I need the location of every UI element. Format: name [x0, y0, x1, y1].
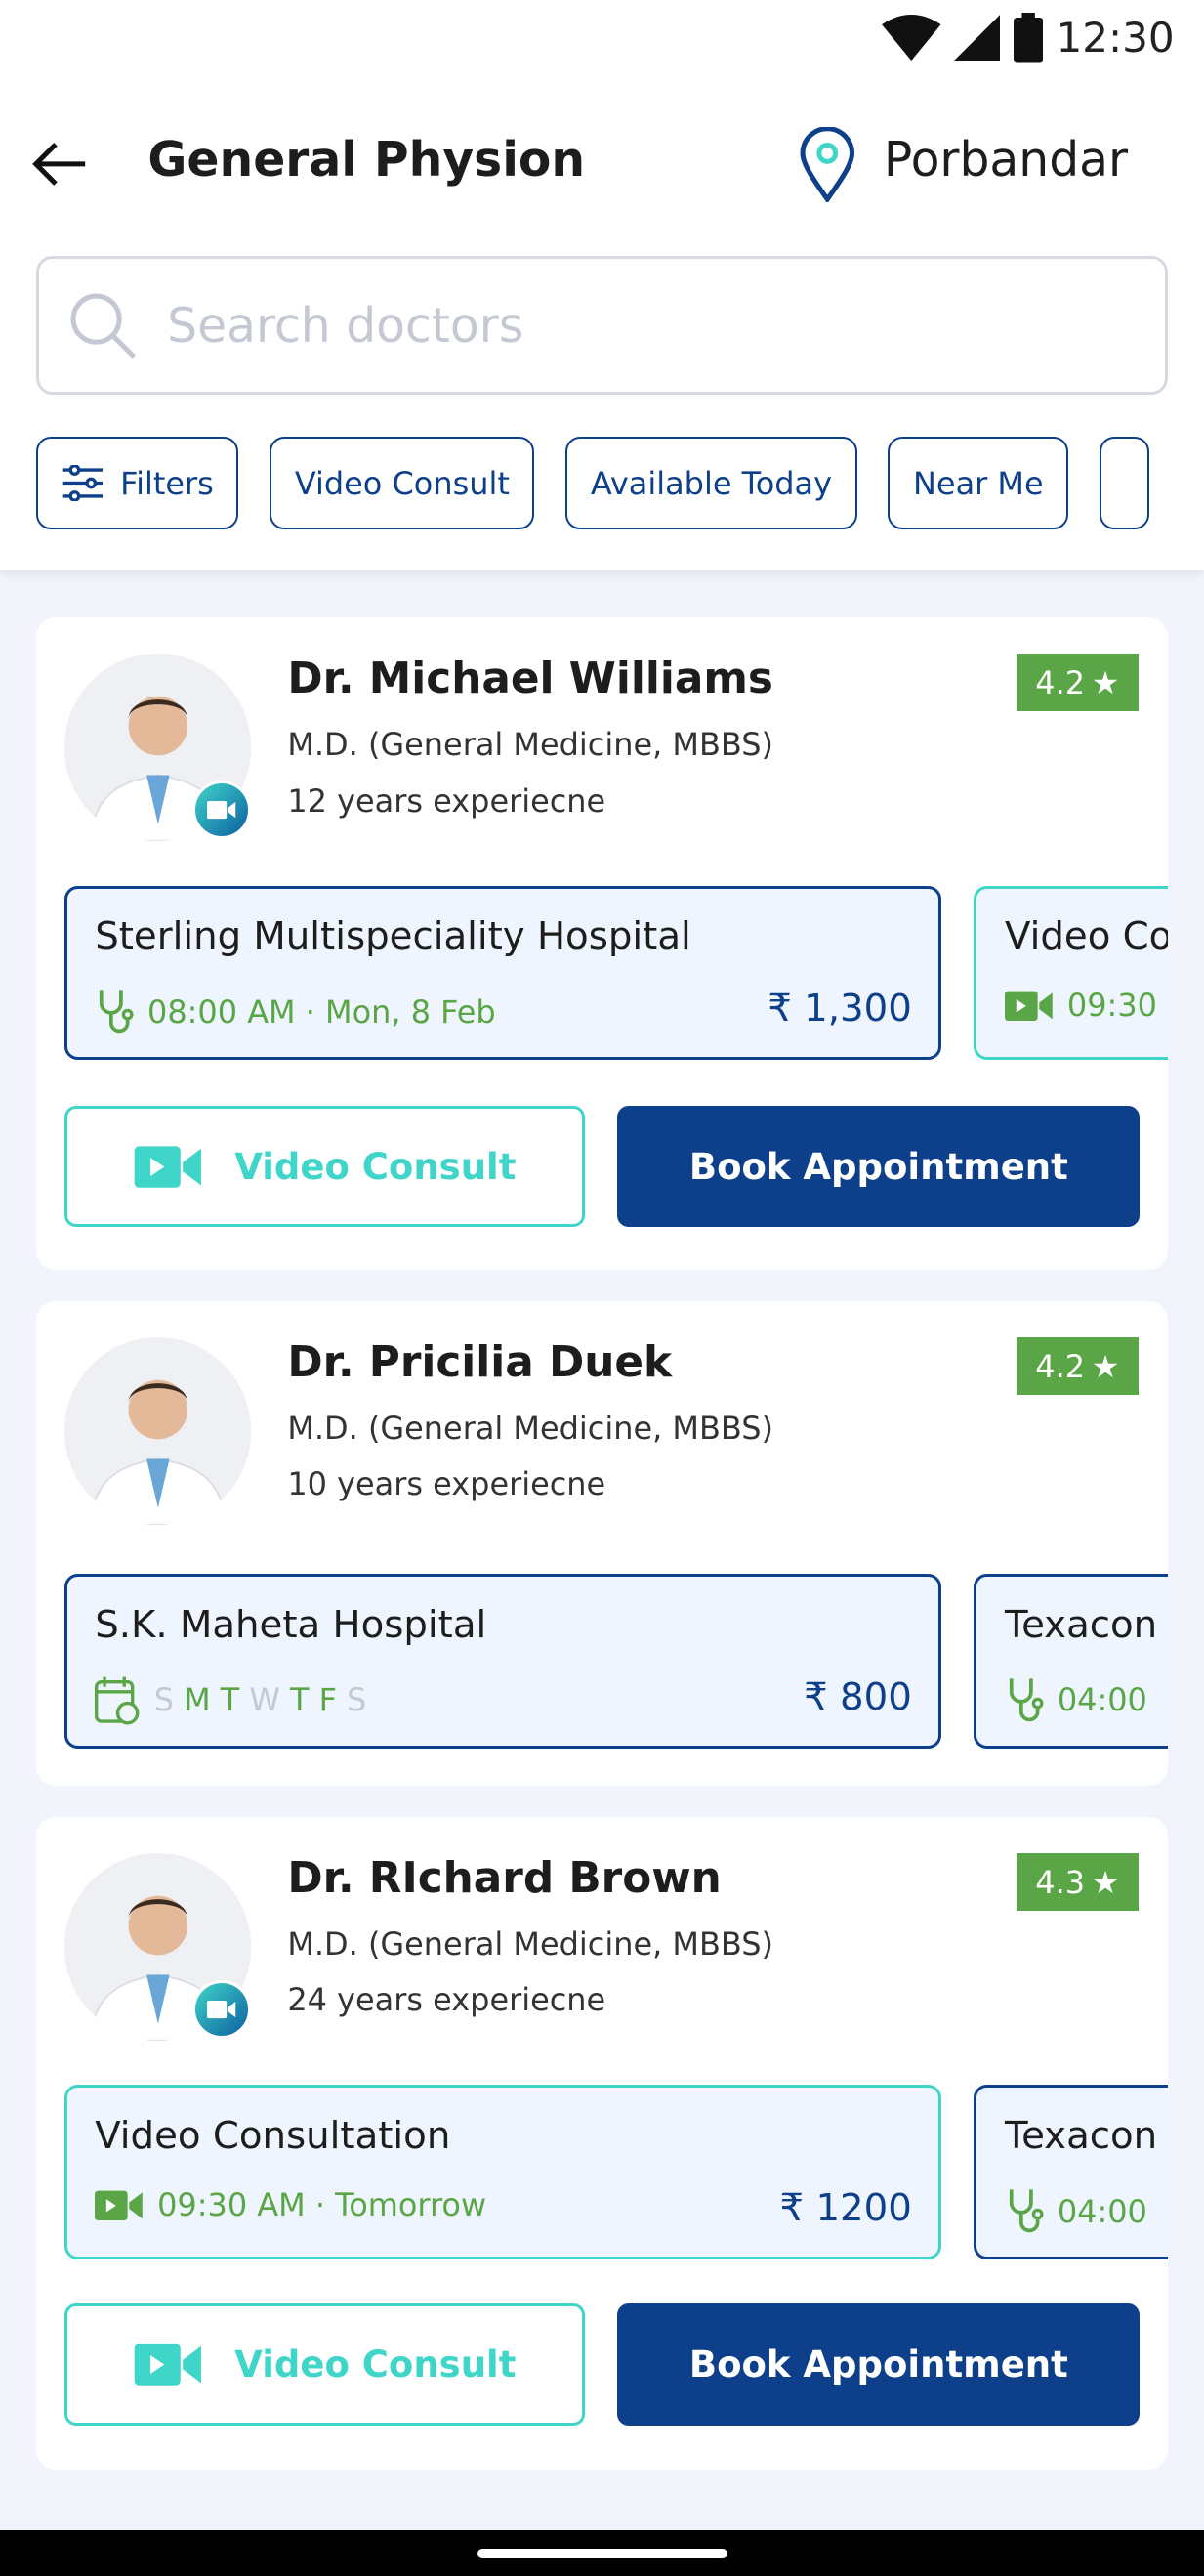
slot-name: Video Co [1005, 914, 1168, 959]
video-icon [133, 2342, 205, 2387]
slot-time: 08:00 AM · Mon, 8 Feb [147, 992, 496, 1031]
location-label[interactable]: Porbandar [884, 132, 1128, 188]
sliders-icon [62, 465, 103, 501]
book-appointment-button[interactable]: Book Appointment [617, 1105, 1141, 1228]
doctor-name[interactable]: Dr. Michael Williams [287, 654, 773, 703]
rating-badge: 4.2 ★ [1017, 1337, 1139, 1395]
battery-icon [1013, 13, 1043, 63]
chip-label: Available Today [590, 464, 832, 502]
system-nav-bar [0, 2530, 1204, 2576]
button-label: Video Consult [234, 2343, 517, 2386]
search-box[interactable] [36, 256, 1168, 395]
slot-time: 04:00 [1057, 1681, 1147, 1719]
day-sun: S [153, 1681, 175, 1719]
video-icon [133, 1144, 205, 1190]
rating-badge: 4.3 ★ [1017, 1853, 1139, 1912]
stethoscope-icon [1005, 1675, 1044, 1724]
wifi-icon [882, 15, 941, 62]
chip-label: Near Me [913, 464, 1044, 502]
slot-card[interactable]: Texacon 04:00 [974, 1574, 1168, 1749]
doctor-experience: 10 years experiecne [287, 1465, 606, 1503]
status-bar: 12:30 [882, 13, 1175, 63]
book-appointment-button[interactable]: Book Appointment [617, 2303, 1141, 2426]
slot-time: 09:30 AM · Tomorrow [157, 2186, 487, 2224]
rating-value: 4.2 [1035, 663, 1086, 701]
top-bar: 12:30 General Physion Porbandar Filters … [0, 0, 1204, 570]
doctor-experience: 24 years experiecne [287, 1981, 606, 2019]
slot-card[interactable]: Video Consultation 09:30 AM · Tomorrow ₹… [63, 2085, 941, 2259]
slot-time: 09:30 [1066, 987, 1157, 1025]
stethoscope-icon [95, 987, 134, 1035]
star-icon: ★ [1091, 1863, 1120, 1901]
avatar [63, 1337, 252, 1525]
slot-name: Sterling Multispeciality Hospital [95, 914, 691, 959]
signal-icon [954, 15, 1001, 62]
rating-value: 4.3 [1035, 1863, 1086, 1901]
doctor-experience: 12 years experiecne [287, 781, 606, 820]
slot-card[interactable]: S.K. Maheta Hospital SMTWTFS ₹ 800 [63, 1574, 941, 1749]
video-badge-icon [191, 780, 252, 840]
day-sat: S [347, 1681, 367, 1719]
star-icon: ★ [1091, 663, 1120, 701]
doctor-card[interactable]: Dr. Michael Williams M.D. (General Medic… [36, 617, 1168, 1271]
back-arrow-icon[interactable] [29, 138, 89, 190]
doctor-name[interactable]: Dr. RIchard Brown [287, 1853, 721, 1903]
chip-available-today[interactable]: Available Today [565, 437, 857, 529]
video-consult-button[interactable]: Video Consult [63, 1105, 585, 1228]
doctor-degree: M.D. (General Medicine, MBBS) [287, 1925, 773, 1964]
slot-card[interactable]: Texacon 04:00 [974, 2085, 1168, 2259]
search-icon [70, 293, 137, 359]
location-pin-icon[interactable] [798, 126, 857, 202]
slot-name: Texacon [1005, 2114, 1158, 2159]
app-screen: 12:30 General Physion Porbandar Filters … [0, 0, 1204, 2576]
slot-fee: ₹ 1,300 [768, 987, 912, 1032]
day-mon: M [184, 1681, 211, 1719]
rating-value: 4.2 [1035, 1347, 1086, 1385]
slot-card[interactable]: Sterling Multispeciality Hospital 08:00 … [63, 885, 941, 1060]
stethoscope-icon [1005, 2186, 1044, 2235]
slot-name: S.K. Maheta Hospital [95, 1603, 487, 1648]
search-input[interactable] [167, 297, 1088, 354]
video-badge-icon [191, 1979, 252, 2040]
day-tue: T [220, 1681, 240, 1719]
doctor-name[interactable]: Dr. Pricilia Duek [287, 1337, 672, 1387]
day-fri: F [318, 1681, 337, 1719]
filter-chips: Filters Video Consult Available Today Ne… [36, 437, 1150, 529]
chip-label: Filters [120, 464, 214, 502]
slot-name: Texacon [1005, 1603, 1158, 1648]
slot-fee: ₹ 800 [804, 1675, 912, 1720]
button-label: Video Consult [234, 1145, 517, 1188]
doctor-degree: M.D. (General Medicine, MBBS) [287, 1410, 773, 1448]
star-icon: ★ [1091, 1347, 1120, 1385]
availability-days: SMTWTFS [95, 1675, 376, 1725]
chip-more[interactable] [1100, 437, 1150, 529]
video-consult-button[interactable]: Video Consult [63, 2303, 585, 2426]
day-thu: T [290, 1681, 310, 1719]
slot-card[interactable]: Video Co 09:30 [974, 885, 1168, 1060]
chip-filters[interactable]: Filters [36, 437, 239, 529]
doctor-card[interactable]: Dr. Pricilia Duek M.D. (General Medicine… [36, 1301, 1168, 1787]
slot-time: 04:00 [1057, 2192, 1147, 2230]
page-title: General Physion [147, 131, 586, 188]
slot-name: Video Consultation [95, 2114, 451, 2159]
home-indicator[interactable] [477, 2548, 728, 2558]
rating-badge: 4.2 ★ [1017, 654, 1139, 712]
calendar-clock-icon [95, 1676, 140, 1725]
doctor-card[interactable]: Dr. RIchard Brown M.D. (General Medicine… [36, 1817, 1168, 2470]
video-icon [95, 2189, 144, 2222]
chip-label: Video Consult [294, 464, 510, 502]
status-time: 12:30 [1056, 14, 1175, 63]
doctor-degree: M.D. (General Medicine, MBBS) [287, 726, 773, 764]
video-icon [1005, 990, 1054, 1023]
chip-near-me[interactable]: Near Me [888, 437, 1069, 529]
chip-video-consult[interactable]: Video Consult [270, 437, 535, 529]
day-wed: W [249, 1681, 280, 1719]
slot-fee: ₹ 1200 [779, 2186, 912, 2231]
